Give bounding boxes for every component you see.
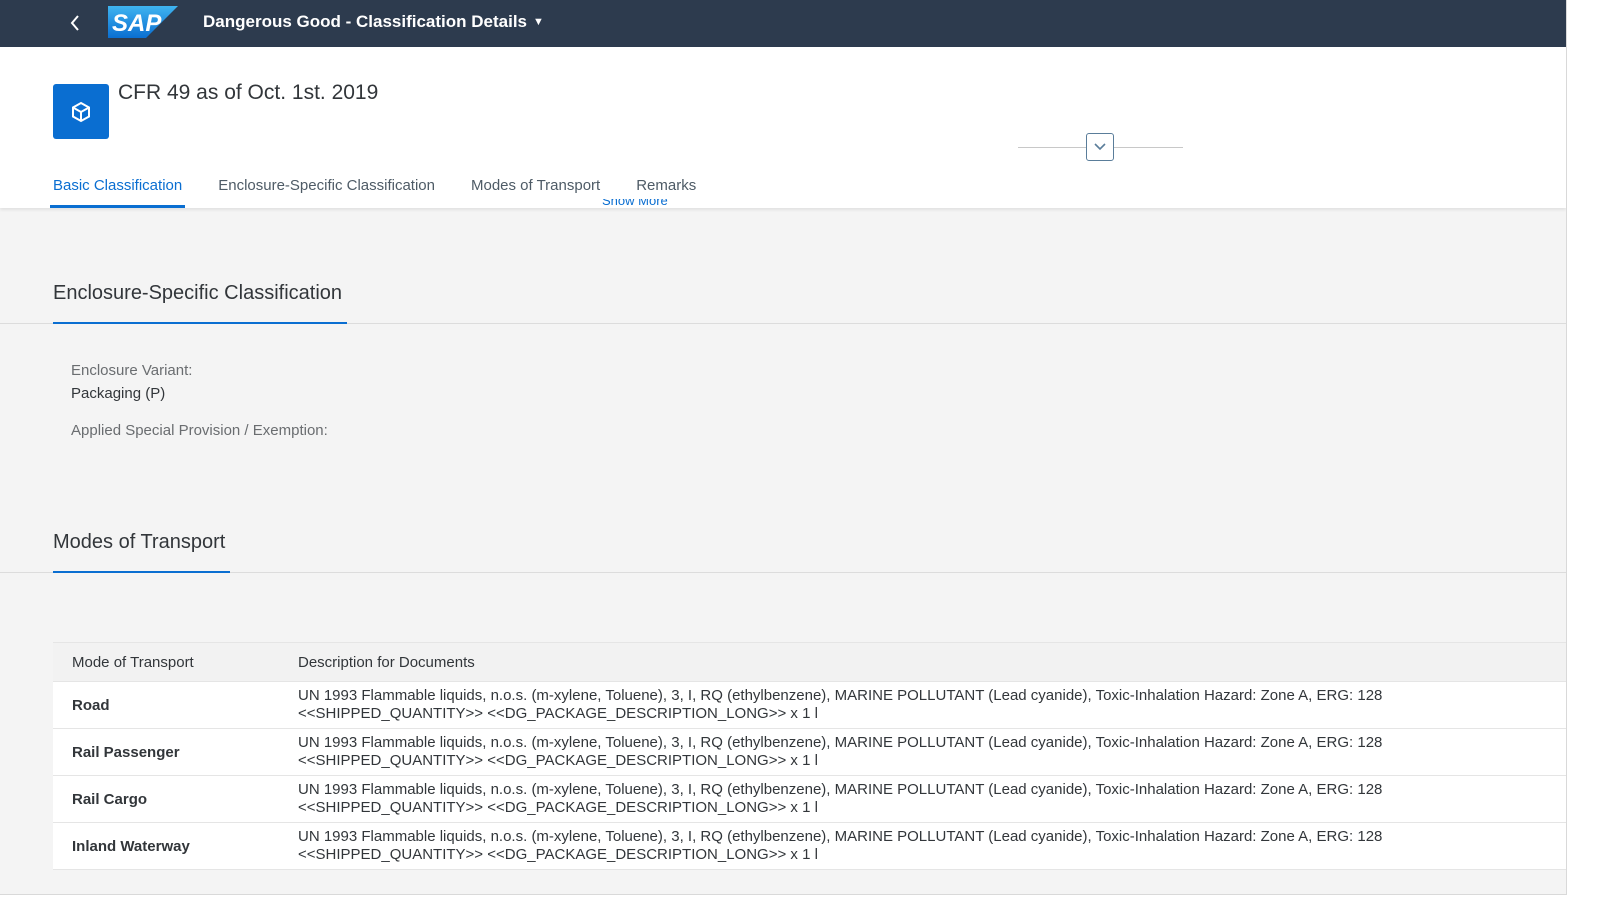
description-line: <<SHIPPED_QUANTITY>> <<DG_PACKAGE_DESCRI… [298,846,818,863]
shell-bar: SAP Dangerous Good - Classification Deta… [0,0,1566,47]
description-line: <<SHIPPED_QUANTITY>> <<DG_PACKAGE_DESCRI… [298,705,818,722]
back-button[interactable] [62,9,88,37]
table-row[interactable]: Rail Cargo UN 1993 Flammable liquids, n.… [53,775,1566,823]
enclosure-variant-value: Packaging (P) [71,385,166,402]
special-provision-label: Applied Special Provision / Exemption: [71,422,328,439]
enclosure-variant-label: Enclosure Variant: [71,362,193,379]
chevron-left-icon [70,15,79,31]
enclosure-section-title: Enclosure-Specific Classification [53,282,343,304]
app-frame: SAP Dangerous Good - Classification Deta… [0,0,1567,895]
logo-text: SAP [112,10,162,37]
table-row[interactable]: Road UN 1993 Flammable liquids, n.o.s. (… [53,681,1566,729]
description-line: UN 1993 Flammable liquids, n.o.s. (m-xyl… [298,781,1383,798]
description-line: UN 1993 Flammable liquids, n.o.s. (m-xyl… [298,828,1383,845]
description-cell: UN 1993 Flammable liquids, n.o.s. (m-xyl… [298,822,1566,870]
product-box-icon [53,84,109,139]
column-header-mode[interactable]: Mode of Transport [53,642,298,682]
section-divider [0,572,1566,573]
table-row[interactable]: Inland Waterway UN 1993 Flammable liquid… [53,822,1566,870]
modes-section-title: Modes of Transport [53,531,226,553]
table-row[interactable]: Rail Passenger UN 1993 Flammable liquids… [53,728,1566,776]
description-cell: UN 1993 Flammable liquids, n.o.s. (m-xyl… [298,728,1566,776]
chevron-down-icon [1094,143,1106,151]
app-title-menu[interactable]: Dangerous Good - Classification Details … [203,12,544,32]
collapse-header-button[interactable] [1086,133,1114,161]
description-cell: UN 1993 Flammable liquids, n.o.s. (m-xyl… [298,775,1566,823]
mode-cell: Rail Passenger [53,728,298,776]
object-title: CFR 49 as of Oct. 1st. 2019 [118,81,379,104]
tab-modes-of-transport[interactable]: Modes of Transport [471,175,600,208]
object-header: CFR 49 as of Oct. 1st. 2019 Basic Classi… [0,47,1566,208]
tab-enclosure-specific-classification[interactable]: Enclosure-Specific Classification [218,175,435,208]
section-title-underline [53,322,347,324]
mode-cell: Rail Cargo [53,775,298,823]
description-line: UN 1993 Flammable liquids, n.o.s. (m-xyl… [298,734,1383,751]
section-title-underline [53,571,230,573]
description-cell: UN 1993 Flammable liquids, n.o.s. (m-xyl… [298,681,1566,729]
table-header-row: Mode of Transport Description for Docume… [53,642,1566,682]
description-line: UN 1993 Flammable liquids, n.o.s. (m-xyl… [298,687,1383,704]
column-header-description[interactable]: Description for Documents [298,642,1566,682]
mode-cell: Road [53,681,298,729]
tab-basic-classification[interactable]: Basic Classification [49,175,186,208]
description-line: <<SHIPPED_QUANTITY>> <<DG_PACKAGE_DESCRI… [298,752,818,769]
description-line: <<SHIPPED_QUANTITY>> <<DG_PACKAGE_DESCRI… [298,799,818,816]
sap-logo[interactable]: SAP [108,6,178,38]
modes-of-transport-table: Mode of Transport Description for Docume… [53,642,1566,870]
app-title: Dangerous Good - Classification Details [203,12,528,31]
mode-cell: Inland Waterway [53,822,298,870]
show-more-link[interactable]: Show More [602,199,668,208]
caret-down-icon: ▼ [533,16,544,28]
